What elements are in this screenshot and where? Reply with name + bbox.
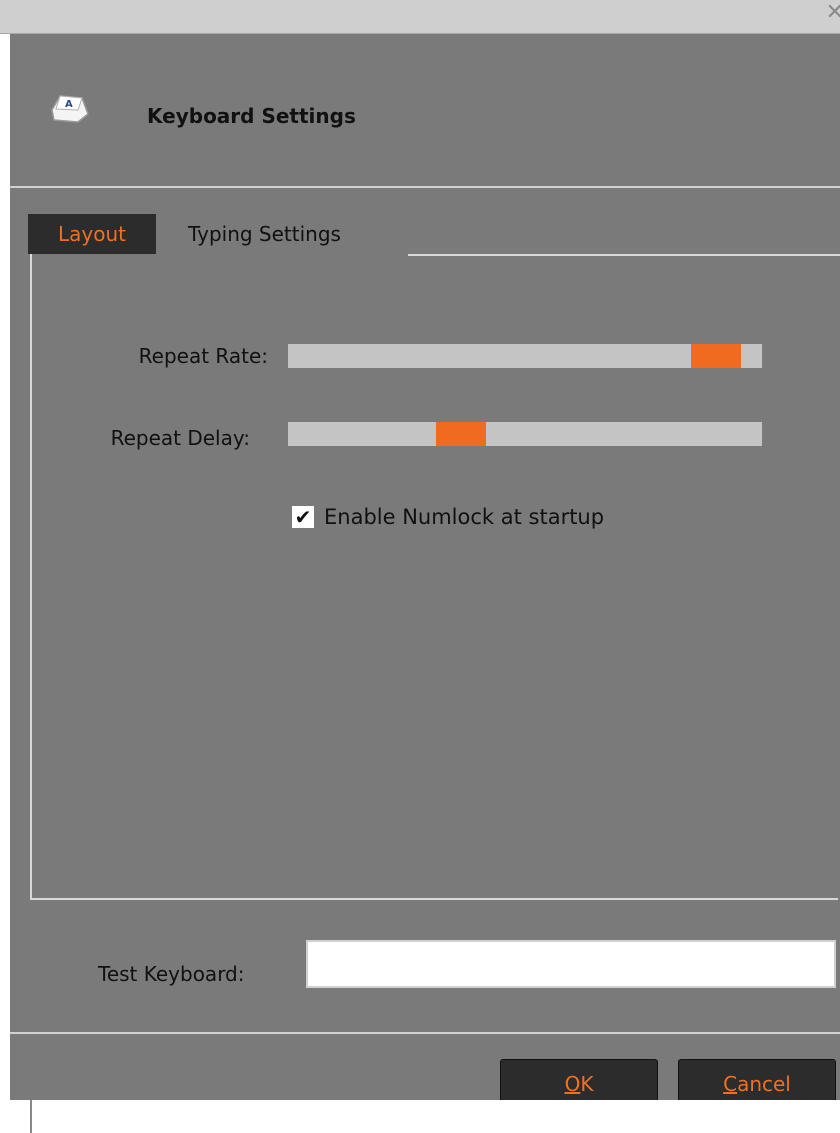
repeat-delay-label: Repeat Delay:: [110, 426, 250, 450]
cancel-mnemonic: C: [723, 1072, 738, 1096]
footer-divider: [10, 1032, 840, 1034]
repeat-rate-slider-thumb[interactable]: [691, 344, 741, 368]
window-edge-tick: [30, 1100, 32, 1133]
window-titlebar: ✕: [0, 0, 840, 34]
numlock-label: Enable Numlock at startup: [324, 505, 605, 529]
repeat-delay-slider[interactable]: [288, 422, 762, 446]
test-keyboard-input[interactable]: [306, 940, 836, 988]
tab-typing-settings[interactable]: Typing Settings: [170, 214, 410, 254]
ok-label-rest: K: [580, 1072, 594, 1096]
svg-text:A: A: [65, 99, 73, 110]
header-divider: [10, 186, 840, 188]
keyboard-settings-dialog: A Keyboard Settings Layout Typing Settin…: [10, 34, 840, 1109]
ok-mnemonic: O: [564, 1072, 581, 1096]
tab-layout[interactable]: Layout: [28, 214, 156, 254]
numlock-checkbox[interactable]: ✔: [292, 506, 314, 528]
repeat-delay-slider-thumb[interactable]: [436, 422, 486, 446]
numlock-checkbox-row[interactable]: ✔ Enable Numlock at startup: [292, 504, 604, 530]
test-keyboard-label: Test Keyboard:: [98, 962, 245, 986]
window-bottom-strip: [0, 1100, 840, 1133]
dialog-header: A Keyboard Settings: [10, 34, 840, 186]
dialog-title: Keyboard Settings: [147, 104, 356, 128]
repeat-rate-slider[interactable]: [288, 344, 762, 368]
keyboard-key-icon: A: [51, 95, 89, 123]
cancel-label-rest: ancel: [737, 1072, 791, 1096]
repeat-rate-label: Repeat Rate:: [138, 344, 268, 368]
close-icon[interactable]: ✕: [826, 2, 840, 24]
